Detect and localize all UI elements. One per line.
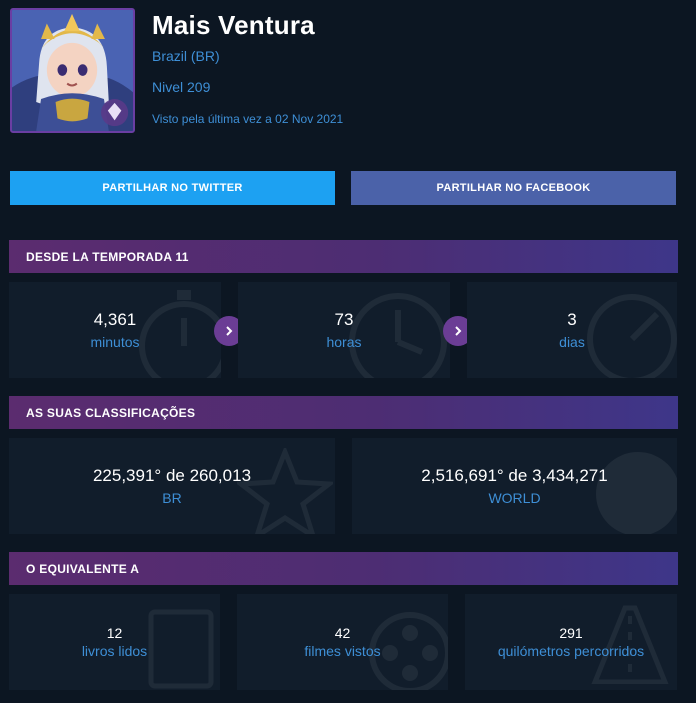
ranking-card-world: 2,516,691° de 3,434,271 WORLD (352, 438, 677, 534)
equivalent-card-books: 12 livros lidos (9, 594, 220, 690)
last-seen-text: Visto pela última vez a 02 Nov 2021 (152, 112, 344, 126)
star-icon (237, 448, 333, 534)
profile-header: Mais Ventura Brazil (BR) Nivel 209 Visto… (10, 8, 686, 136)
calendar-icon (587, 294, 677, 378)
season-section-header: DESDE LA TEMPORADA 11 (9, 240, 678, 273)
player-country: Brazil (BR) (152, 48, 220, 64)
share-facebook-button[interactable]: PARTILHAR NO FACEBOOK (351, 171, 676, 205)
stat-card-days: 3 dias (467, 282, 677, 378)
stat-card-hours: 73 horas (238, 282, 450, 378)
equivalent-section-header: O EQUIVALENTE A (9, 552, 678, 585)
equivalent-label: filmes vistos (304, 643, 381, 659)
stat-value: 3 (567, 310, 577, 329)
ranking-label: BR (162, 490, 182, 506)
ranking-value: 2,516,691° de 3,434,271 (421, 466, 608, 485)
stat-card-minutes: 4,361 minutos (9, 282, 221, 378)
equivalent-card-films: 42 filmes vistos (237, 594, 448, 690)
globe-icon (596, 452, 677, 534)
equivalent-value: 42 (334, 625, 351, 641)
ranking-card-br: 225,391° de 260,013 BR (9, 438, 335, 534)
stopwatch-icon (139, 290, 221, 378)
stat-label: dias (559, 334, 585, 350)
stat-label: horas (326, 334, 362, 350)
equivalent-value: 12 (106, 625, 123, 641)
ranking-label: WORLD (488, 490, 541, 506)
share-twitter-button[interactable]: PARTILHAR NO TWITTER (10, 171, 335, 205)
equivalent-card-kilometers: 291 quilómetros percorridos (465, 594, 677, 690)
ranking-value: 225,391° de 260,013 (92, 466, 252, 485)
equivalent-label: livros lidos (81, 643, 148, 659)
clock-icon (349, 293, 447, 378)
book-icon (148, 609, 214, 689)
player-name: Mais Ventura (152, 10, 315, 40)
rankings-section-header: AS SUAS CLASSIFICAÇÕES (9, 396, 678, 429)
equivalent-value: 291 (559, 625, 583, 641)
stat-label: minutos (90, 334, 140, 350)
stat-value: 4,361 (93, 310, 137, 329)
stat-value: 73 (334, 310, 354, 329)
champion-portrait-icon (10, 8, 135, 133)
equivalent-label: quilómetros percorridos (497, 643, 645, 659)
player-level: Nivel 209 (152, 79, 211, 95)
